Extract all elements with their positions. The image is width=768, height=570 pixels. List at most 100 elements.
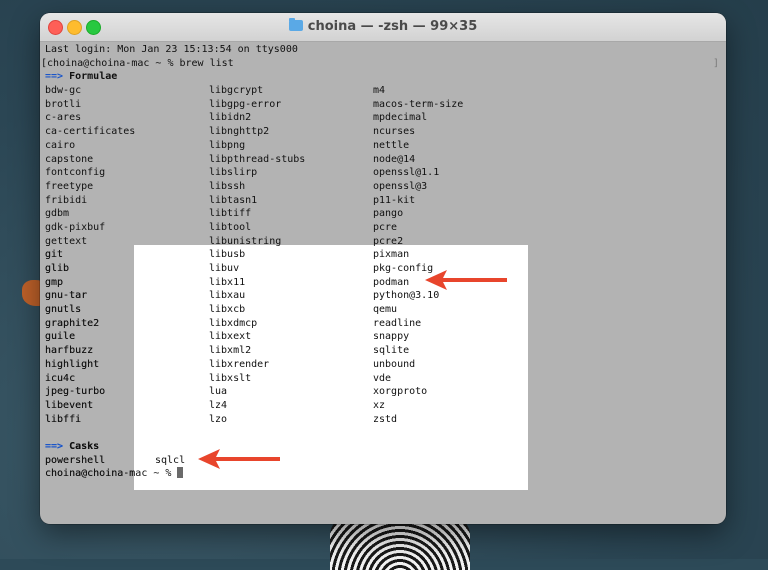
formula-item: highlight xyxy=(45,358,100,370)
formula-item: c-ares xyxy=(45,112,82,124)
formula-row: libevent lz4 xz xyxy=(45,399,725,413)
formula-row: gliblibuvpkg-config xyxy=(45,262,725,276)
formula-row: capstone libpthread-stubs node@14 xyxy=(45,153,721,167)
formula-item: sqlite xyxy=(373,345,410,357)
casks-header-line: ==> Casks xyxy=(45,440,725,454)
formula-row: fontconfig libslirp openssl@1.1 xyxy=(45,166,721,180)
formula-item: mpdecimal xyxy=(373,112,428,124)
formula-item: libxml2 xyxy=(209,345,252,357)
formula-row: fribidi libtasn1 p11-kit xyxy=(45,194,721,208)
formula-item: libevent xyxy=(45,399,94,411)
formula-item: graphite2 xyxy=(45,317,100,329)
formula-row: libffi lzo zstd xyxy=(45,413,725,427)
formula-row: bdw-gc libgcrypt m4 xyxy=(45,84,721,98)
arrow-shape xyxy=(198,449,280,469)
formula-item: node@14 xyxy=(373,153,416,165)
formula-row: graphite2 libxdmcp readline xyxy=(45,317,725,331)
formula-item: libxau xyxy=(209,290,246,302)
formula-item: libpng xyxy=(209,139,246,151)
formula-item: libtiff xyxy=(209,208,252,220)
formula-item: harfbuzz xyxy=(45,345,94,357)
formula-item: p11-kit xyxy=(373,194,416,206)
arrow-shape xyxy=(425,270,507,290)
formula-item: gnutls xyxy=(45,304,82,316)
formula-item: ncurses xyxy=(373,126,416,138)
formula-row: git libusb pixman xyxy=(45,248,725,262)
formula-item: nettle xyxy=(373,139,410,151)
formula-item: capstone xyxy=(45,153,94,165)
formula-item: libgpg-error xyxy=(209,98,282,110)
formula-item: xz xyxy=(373,399,386,411)
formula-item: openssl@1.1 xyxy=(373,167,440,179)
formula-item: libxcb xyxy=(209,304,246,316)
formula-row: jpeg-turbo lua xorgproto xyxy=(45,385,725,399)
formula-item: libxrender xyxy=(209,358,270,370)
prompt-bracket-close: ] xyxy=(712,57,719,69)
formula-item: gdk-pixbuf xyxy=(45,221,106,233)
red-arrow-icon xyxy=(425,270,507,290)
cask-item: sqlcl xyxy=(155,454,186,466)
formula-item: vde xyxy=(373,372,392,384)
formula-row: icu4c libxslt vde xyxy=(45,372,725,386)
final-prompt: choina@choina-mac ~ % xyxy=(45,468,178,480)
formula-row: freetype libssh openssl@3 xyxy=(45,180,721,194)
formula-item: zstd xyxy=(373,413,398,425)
prompt-command: choina@choina-mac ~ % brew list xyxy=(47,57,234,69)
formula-item: libusb xyxy=(209,249,246,261)
formula-item: brotli xyxy=(45,98,82,110)
formula-item: snappy xyxy=(373,331,410,343)
red-arrow-icon xyxy=(198,449,280,469)
formula-row: brotli libgpg-error macos-term-size xyxy=(45,98,721,112)
formula-row: ca-certificates libnghttp2 ncurses xyxy=(45,125,721,139)
formula-item: lz4 xyxy=(209,399,228,411)
cursor xyxy=(177,467,184,479)
formula-item: podman xyxy=(373,276,410,288)
cask-item: powershell xyxy=(45,454,106,466)
formula-item: gmp xyxy=(45,276,64,288)
formula-row: highlight libxrender unbound xyxy=(45,358,725,372)
formula-item: libnghttp2 xyxy=(209,126,270,138)
formula-row: gdk-pixbuf libtool pcre xyxy=(45,221,721,235)
formula-item: cairo xyxy=(45,139,76,151)
formula-item: fontconfig xyxy=(45,167,106,179)
formula-item: freetype xyxy=(45,180,94,192)
window-title-text: choina — -zsh — 99×35 xyxy=(307,19,478,34)
formula-item: gdbm xyxy=(45,208,70,220)
formula-row: gnu-tarlibxaupython@3.10 xyxy=(45,289,725,303)
formulae-header: Formulae xyxy=(69,71,118,83)
formula-item: libxdmcp xyxy=(209,317,258,329)
formula-row: harfbuzz libxml2 sqlite xyxy=(45,344,725,358)
formula-row: guile libxext snappy xyxy=(45,330,725,344)
formula-item: gnu-tar xyxy=(45,290,88,302)
formula-item: libx11 xyxy=(209,276,246,288)
formula-item: unbound xyxy=(373,358,416,370)
formula-item: readline xyxy=(373,317,422,329)
title-bar[interactable]: choina — -zsh — 99×35 xyxy=(40,13,726,42)
casks-arrow: ==> xyxy=(45,440,64,452)
casks-line: powershell sqlcl xyxy=(45,454,725,468)
formula-item: libuv xyxy=(209,263,240,274)
formula-item: jpeg-turbo xyxy=(45,386,106,398)
formula-item: qemu xyxy=(373,304,398,316)
formula-row: gdbm libtiff pango xyxy=(45,207,721,221)
formula-item: icu4c xyxy=(45,372,76,384)
login-line: Last login: Mon Jan 23 15:13:54 on ttys0… xyxy=(45,44,298,55)
formula-item: libtasn1 xyxy=(209,194,258,206)
formula-item: ca-certificates xyxy=(45,126,136,138)
formula-item: libgcrypt xyxy=(209,85,264,97)
formula-item: libpthread-stubs xyxy=(209,153,306,165)
formula-row: cairo libpng nettle xyxy=(45,139,721,153)
formula-item: lzo xyxy=(209,413,228,425)
formula-row: c-ares libidn2 mpdecimal xyxy=(45,111,721,125)
formulae-header-line: ==> Formulae xyxy=(45,70,721,84)
formula-item: xorgproto xyxy=(373,386,428,398)
formula-item: m4 xyxy=(373,85,386,97)
formula-item: libffi xyxy=(45,413,82,425)
formula-item: guile xyxy=(45,331,76,343)
formula-item: pixman xyxy=(373,249,410,261)
formula-item: bdw-gc xyxy=(45,85,82,97)
formula-item: fribidi xyxy=(45,194,88,206)
formulae-arrow: ==> xyxy=(45,71,64,83)
formula-item: libidn2 xyxy=(209,112,252,124)
